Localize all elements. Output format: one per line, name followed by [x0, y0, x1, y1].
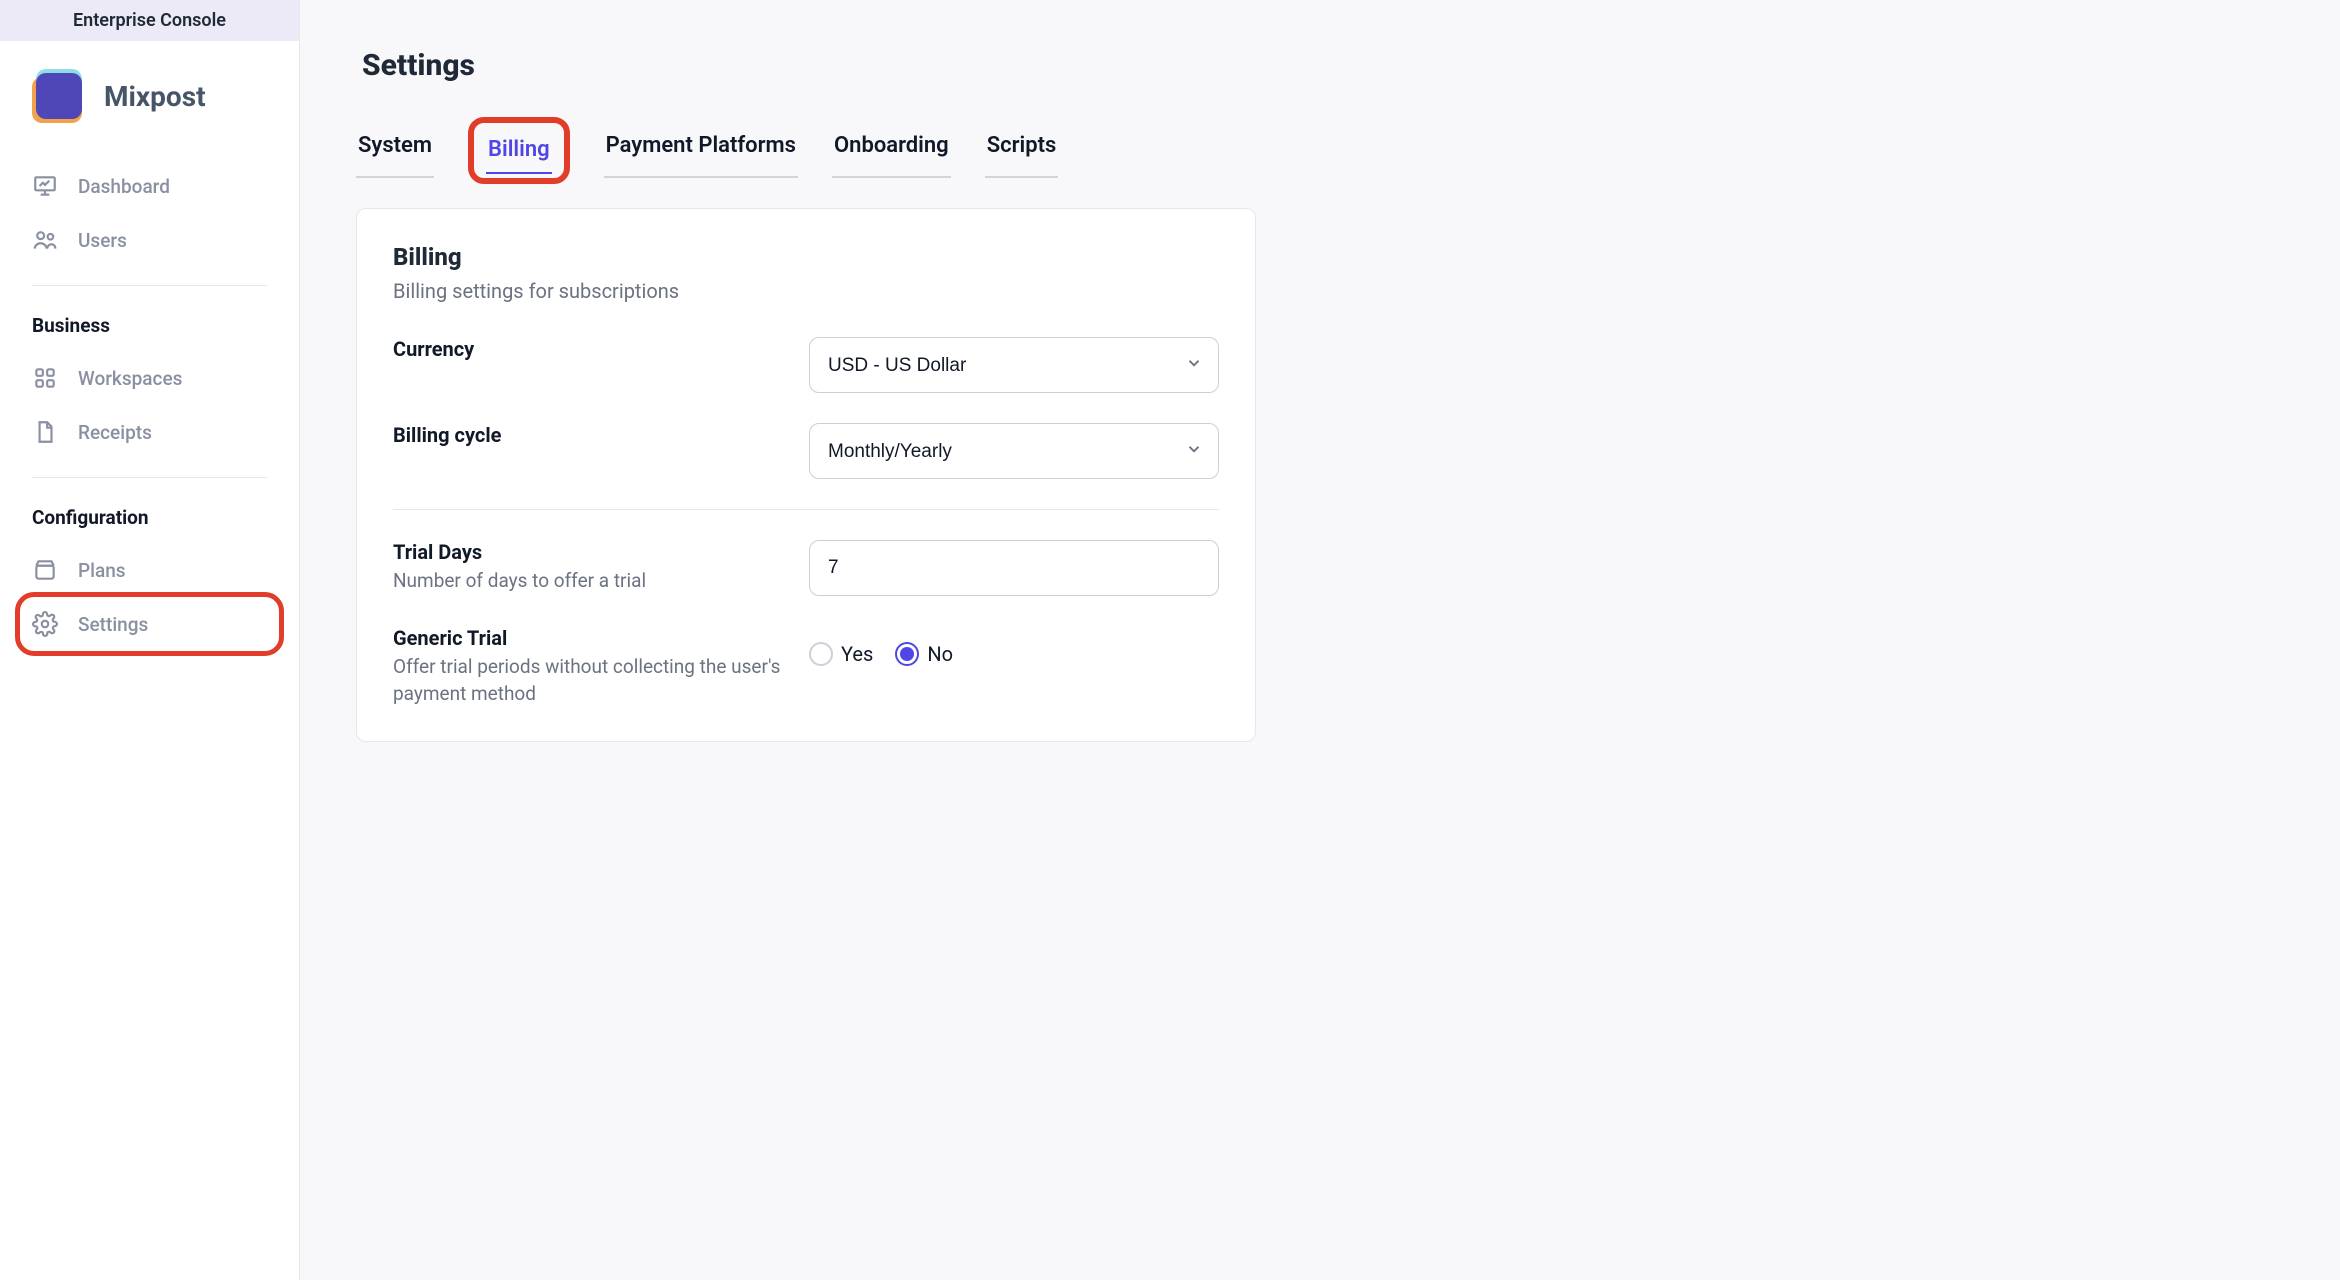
brand-name: Mixpost	[104, 80, 206, 113]
row-currency: Currency USD - US Dollar	[393, 337, 1219, 393]
card-subtitle: Billing settings for subscriptions	[393, 279, 1219, 303]
tab-scripts[interactable]: Scripts	[985, 127, 1059, 178]
sidebar-section-configuration: Configuration	[20, 496, 279, 543]
sidebar-item-settings[interactable]: Settings	[20, 597, 279, 651]
users-icon	[32, 227, 58, 253]
billing-card: Billing Billing settings for subscriptio…	[356, 208, 1256, 742]
tab-billing[interactable]: Billing	[486, 131, 552, 174]
trial-days-label: Trial Days	[393, 540, 785, 564]
trial-days-input[interactable]	[809, 540, 1219, 596]
generic-trial-yes-option[interactable]: Yes	[809, 642, 873, 666]
sidebar-item-label: Plans	[78, 559, 126, 582]
sidebar-item-plans[interactable]: Plans	[20, 543, 279, 597]
radio-icon	[809, 642, 833, 666]
tab-payment-platforms[interactable]: Payment Platforms	[604, 127, 798, 178]
sidebar-item-label: Users	[78, 229, 127, 252]
sidebar-item-label: Receipts	[78, 421, 152, 444]
sidebar-item-workspaces[interactable]: Workspaces	[20, 351, 279, 405]
document-icon	[32, 419, 58, 445]
tab-onboarding[interactable]: Onboarding	[832, 127, 951, 178]
grid-icon	[32, 365, 58, 391]
generic-trial-no-option[interactable]: No	[895, 642, 953, 666]
billing-cycle-select-wrap: Monthly/Yearly	[809, 423, 1219, 479]
highlight-annotation: Billing	[468, 117, 570, 184]
brand: Mixpost	[0, 41, 299, 147]
currency-select[interactable]: USD - US Dollar	[809, 337, 1219, 393]
tabs: System Billing Payment Platforms Onboard…	[356, 127, 2284, 178]
sidebar-item-label: Workspaces	[78, 367, 182, 390]
radio-checked-icon	[895, 642, 919, 666]
enterprise-console-banner: Enterprise Console	[0, 0, 299, 41]
sidebar-item-label: Dashboard	[78, 175, 170, 198]
generic-trial-label: Generic Trial	[393, 626, 785, 650]
brand-logo-icon	[32, 69, 86, 123]
box-icon	[32, 557, 58, 583]
sidebar-item-users[interactable]: Users	[20, 213, 279, 267]
trial-days-help: Number of days to offer a trial	[393, 568, 785, 595]
sidebar-nav: Dashboard Users Business Workspaces	[0, 147, 299, 651]
currency-label: Currency	[393, 337, 785, 361]
billing-cycle-select[interactable]: Monthly/Yearly	[809, 423, 1219, 479]
sidebar-item-dashboard[interactable]: Dashboard	[20, 159, 279, 213]
divider	[32, 477, 267, 478]
currency-select-wrap: USD - US Dollar	[809, 337, 1219, 393]
page-title: Settings	[356, 48, 2284, 83]
divider	[393, 509, 1219, 510]
row-trial-days: Trial Days Number of days to offer a tri…	[393, 540, 1219, 596]
row-billing-cycle: Billing cycle Monthly/Yearly	[393, 423, 1219, 479]
sidebar-item-label: Settings	[78, 613, 148, 636]
main-content: Settings System Billing Payment Platform…	[300, 0, 2340, 1280]
divider	[32, 285, 267, 286]
sidebar: Enterprise Console Mixpost Dashboard Use…	[0, 0, 300, 1280]
presentation-chart-icon	[32, 173, 58, 199]
sidebar-item-receipts[interactable]: Receipts	[20, 405, 279, 459]
tab-system[interactable]: System	[356, 127, 434, 178]
generic-trial-help: Offer trial periods without collecting t…	[393, 654, 785, 707]
sidebar-section-business: Business	[20, 304, 279, 351]
row-generic-trial: Generic Trial Offer trial periods withou…	[393, 626, 1219, 707]
generic-trial-radio-group: Yes No	[809, 626, 1219, 682]
gear-icon	[32, 611, 58, 637]
billing-cycle-label: Billing cycle	[393, 423, 785, 447]
radio-label: Yes	[841, 642, 873, 666]
radio-label: No	[927, 642, 953, 666]
card-title: Billing	[393, 243, 1219, 271]
